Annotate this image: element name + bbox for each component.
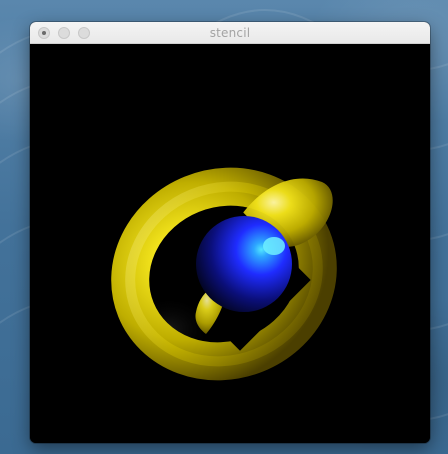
sphere-specular-highlight — [263, 237, 285, 255]
opengl-canvas[interactable] — [30, 44, 430, 443]
blue-sphere — [196, 216, 292, 312]
stencil-scene — [111, 167, 337, 381]
window-titlebar[interactable]: stencil — [30, 22, 430, 44]
stencil-window: stencil — [30, 22, 430, 443]
window-title: stencil — [209, 26, 251, 40]
